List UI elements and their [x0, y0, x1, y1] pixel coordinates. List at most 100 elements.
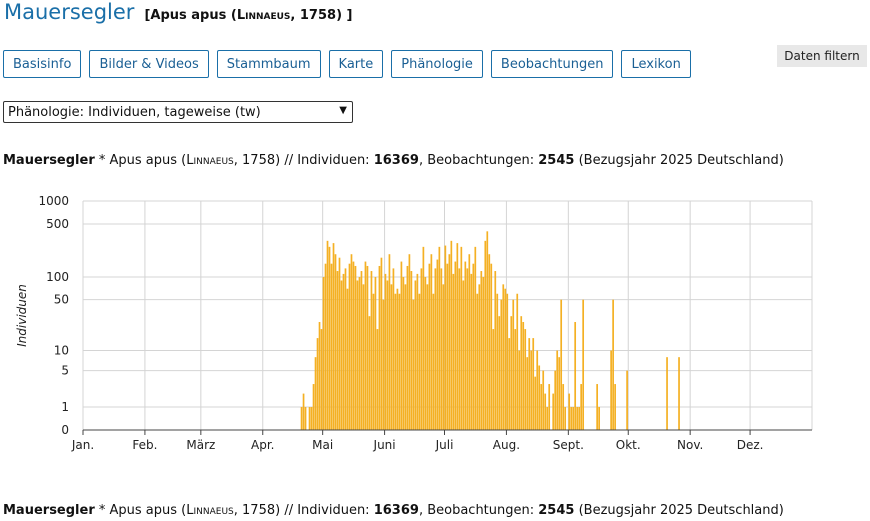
bar: [382, 299, 385, 430]
bar: [330, 263, 333, 430]
phenology-chart: 0 1 5 10 50 100 500 1000 Jan. Feb. März Apr. Mai Juni…: [15, 194, 813, 452]
bar: [450, 240, 453, 430]
bar: [478, 284, 481, 430]
bar: [554, 370, 557, 430]
chevron-down-icon: ▼: [339, 105, 347, 116]
bar: [426, 284, 429, 430]
bar: [474, 246, 477, 430]
bar: [556, 350, 559, 430]
bar: [544, 393, 547, 430]
bar: [416, 273, 419, 430]
bar: [546, 407, 549, 430]
bar: [458, 268, 461, 430]
bar: [522, 322, 525, 430]
bar: [372, 293, 375, 430]
bar: [354, 265, 357, 430]
summary-line-bottom: Mauersegler * Apus apus (Linnaeus, 1758)…: [3, 503, 784, 518]
x-tick-label: Juli: [435, 438, 454, 452]
bar: [402, 277, 405, 430]
bar: [418, 293, 421, 430]
y-tick-label: 0: [61, 423, 69, 437]
nav-phaenologie-button[interactable]: Phänologie: [391, 50, 483, 78]
bar: [476, 293, 479, 430]
bar: [410, 271, 413, 430]
x-tick-label: Okt.: [616, 438, 641, 452]
bar: [428, 263, 431, 430]
bar: [496, 293, 499, 430]
bar: [376, 329, 379, 430]
bar: [454, 261, 457, 430]
bar: [300, 407, 303, 430]
bar: [488, 254, 491, 430]
nav-bilder-videos-button[interactable]: Bilder & Videos: [89, 50, 209, 78]
bar: [470, 273, 473, 430]
nav-stammbaum-button[interactable]: Stammbaum: [216, 50, 321, 78]
bar: [404, 284, 407, 430]
bar: [462, 280, 465, 430]
bar: [576, 407, 579, 430]
bar: [424, 277, 427, 430]
bar: [480, 271, 483, 430]
bar: [482, 277, 485, 430]
bar: [500, 299, 503, 430]
bar: [408, 254, 411, 430]
bar: [564, 407, 567, 430]
bar: [312, 384, 315, 430]
bar: [614, 384, 616, 430]
bar: [314, 357, 317, 430]
bar: [578, 407, 581, 430]
bar: [528, 338, 531, 430]
bar: [456, 243, 459, 430]
bar: [514, 329, 517, 430]
bar: [324, 263, 327, 430]
species-name-scientific: [Apus apus (Linnaeus, 1758) ]: [144, 8, 353, 23]
bar: [532, 338, 535, 430]
bar: [568, 393, 571, 430]
bar: [582, 299, 585, 430]
x-tick-label: Sept.: [553, 438, 584, 452]
bar: [494, 271, 497, 430]
bar: [434, 268, 437, 430]
bar: [516, 293, 519, 430]
bar: [436, 259, 439, 430]
species-name-german: Mauersegler: [4, 0, 135, 24]
bar: [524, 329, 527, 430]
bar: [310, 407, 313, 430]
bar: [558, 357, 561, 430]
bar: [504, 288, 507, 430]
main-nav: Basisinfo Bilder & Videos Stammbaum Kart…: [3, 50, 699, 78]
bar: [412, 299, 415, 430]
bar: [464, 261, 467, 430]
bar: [378, 265, 381, 430]
nav-beobachtungen-button[interactable]: Beobachtungen: [490, 50, 614, 78]
bar: [338, 257, 341, 430]
y-tick-label: 10: [54, 344, 69, 358]
y-tick-label: 50: [54, 293, 69, 307]
nav-lexikon-button[interactable]: Lexikon: [621, 50, 691, 78]
x-tick-label: Apr.: [251, 438, 274, 452]
nav-basisinfo-button[interactable]: Basisinfo: [3, 50, 82, 78]
bar: [358, 277, 361, 430]
bar: [438, 246, 441, 430]
bar: [320, 329, 323, 430]
filter-data-button[interactable]: Daten filtern: [777, 45, 867, 67]
view-select[interactable]: Phänologie: Individuen, tageweise (tw) ▼: [3, 101, 353, 123]
bar: [352, 261, 355, 430]
bar: [492, 329, 495, 430]
bar: [534, 376, 537, 430]
y-tick-label: 500: [46, 217, 69, 231]
bar: [356, 280, 359, 430]
x-tick-label: Mai: [312, 438, 333, 452]
bar: [398, 293, 401, 430]
x-tick-label: Nov.: [677, 438, 703, 452]
bar: [548, 384, 551, 430]
bar: [328, 246, 331, 430]
bar: [414, 280, 417, 430]
bar: [366, 265, 369, 430]
bar: [530, 350, 533, 430]
bar: [444, 245, 447, 430]
bar: [394, 293, 397, 430]
nav-karte-button[interactable]: Karte: [328, 50, 384, 78]
bar: [422, 246, 425, 430]
bar: [552, 393, 555, 430]
